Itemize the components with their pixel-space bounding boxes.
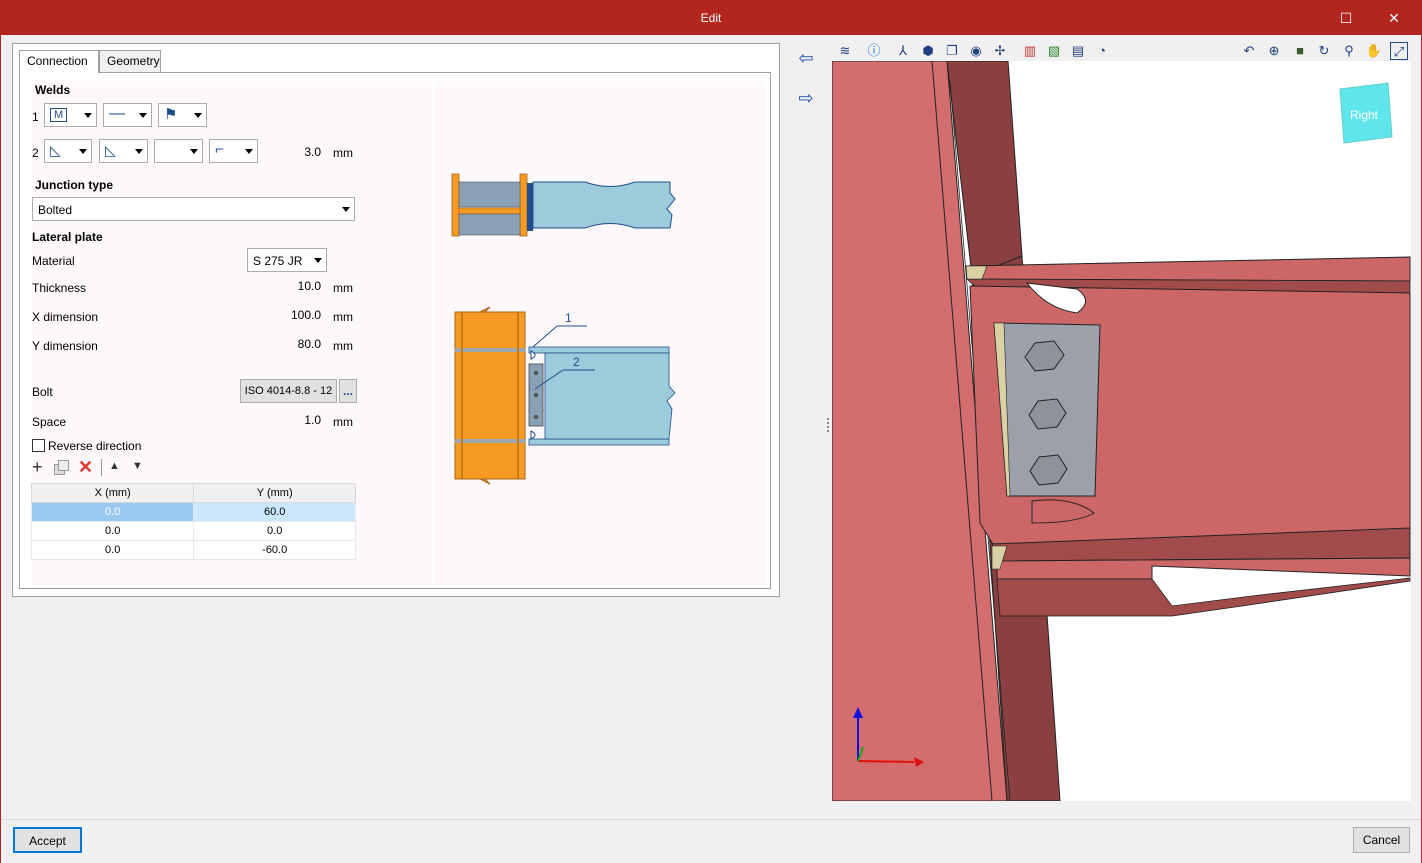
weld-2-type-dropdown[interactable]: ◺ xyxy=(44,139,92,163)
add-row-icon[interactable]: + xyxy=(32,457,43,478)
y-dimension-input[interactable]: 80.0 xyxy=(263,335,323,353)
x-dimension-input[interactable]: 100.0 xyxy=(263,306,323,324)
tab-geometry[interactable]: Geometry xyxy=(99,50,161,72)
connection-diagram: 1 2 xyxy=(451,173,676,485)
material-dropdown[interactable]: S 275 JR xyxy=(247,248,327,272)
axes-icon[interactable]: ⅄ xyxy=(894,42,912,60)
x-dimension-unit: mm xyxy=(333,310,353,324)
zoom-all-icon[interactable]: ⊕ xyxy=(1265,42,1283,60)
table-cell[interactable]: 0.0 xyxy=(193,521,356,541)
table-row[interactable]: 0.0 -60.0 xyxy=(30,540,356,560)
weld-1-type-dropdown[interactable]: M xyxy=(44,103,97,127)
weld-symbol-icon: M xyxy=(50,108,68,122)
table-cell[interactable]: 0.0 xyxy=(30,521,195,541)
export-arrow-icon[interactable]: ⇨ xyxy=(793,86,819,110)
callout-2: 2 xyxy=(573,355,580,369)
tab-connection[interactable]: Connection xyxy=(19,50,99,73)
table-cell[interactable]: 60.0 xyxy=(193,502,356,522)
bolt-label: Bolt xyxy=(32,385,53,399)
reverse-direction-checkbox[interactable] xyxy=(32,439,45,452)
line-icon: — xyxy=(109,105,125,122)
diagram-area: 1 2 xyxy=(435,81,765,586)
fit-view-icon[interactable]: ⤢ xyxy=(1390,42,1408,60)
bolt-selector[interactable]: ISO 4014-8.8 - 12 xyxy=(240,379,337,403)
x-dimension-label: X dimension xyxy=(32,310,99,324)
weld-row-1-label: 1 xyxy=(32,110,39,124)
delete-row-icon[interactable]: ✕ xyxy=(78,457,93,478)
weld-1-line-dropdown[interactable]: — xyxy=(103,103,152,127)
zoom-icon[interactable]: ⚲ xyxy=(1340,42,1358,60)
section-blue-icon[interactable]: ▤ xyxy=(1069,42,1087,60)
thickness-input[interactable]: 10.0 xyxy=(263,277,323,295)
weld-2-empty-dropdown[interactable] xyxy=(154,139,203,163)
import-arrow-icon[interactable]: ⇦ xyxy=(793,46,819,70)
reverse-direction-label: Reverse direction xyxy=(48,439,142,453)
section-red-icon[interactable]: ▥ xyxy=(1021,42,1039,60)
lateral-plate-heading: Lateral plate xyxy=(32,230,103,244)
bolt-position-table: X (mm) Y (mm) 0.0 60.0 0.0 0.0 0.0 -60.0 xyxy=(30,483,356,560)
junction-type-heading: Junction type xyxy=(35,178,114,192)
space-input[interactable]: 1.0 xyxy=(263,411,323,429)
orbit-icon[interactable]: ✢ xyxy=(991,42,1009,60)
copy-row-icon[interactable] xyxy=(54,460,70,475)
thickness-label: Thickness xyxy=(32,281,87,295)
material-label: Material xyxy=(32,254,75,268)
junction-type-value: Bolted xyxy=(38,203,73,217)
pan-hand-icon[interactable]: ✋ xyxy=(1365,42,1383,60)
table-cell[interactable]: 0.0 xyxy=(30,540,195,560)
contour-icon: ⌐ xyxy=(215,141,224,158)
callout-1: 1 xyxy=(565,311,572,325)
table-row[interactable]: 0.0 60.0 xyxy=(30,502,356,522)
cubes-icon[interactable]: ❐ xyxy=(943,42,961,60)
weld-2-contour-dropdown[interactable]: ⌐ xyxy=(209,139,258,163)
weld-row-2-label: 2 xyxy=(32,146,39,160)
zoom-window-icon[interactable]: ■ xyxy=(1291,42,1309,60)
3d-model: Right xyxy=(832,61,1411,801)
edit-window: Edit ☐ ✕ Connection Geometry 1 2 Welds 1… xyxy=(0,0,1422,863)
eye-view-icon[interactable]: ◉ xyxy=(967,42,985,60)
weld-1-flag-dropdown[interactable]: ⚑ xyxy=(158,103,207,127)
splitter-handle[interactable] xyxy=(827,418,829,432)
title-bar: Edit ☐ ✕ xyxy=(1,1,1421,35)
space-unit: mm xyxy=(333,415,353,429)
layers-icon[interactable]: ≋ xyxy=(836,42,854,60)
table-cell[interactable]: -60.0 xyxy=(193,540,356,560)
undo-view-icon[interactable]: ↶ xyxy=(1240,42,1258,60)
weld-2-side-dropdown[interactable]: ◺ xyxy=(99,139,148,163)
weld-size-unit: mm xyxy=(333,146,353,160)
maximize-button[interactable]: ☐ xyxy=(1323,1,1369,35)
info-icon[interactable]: ⓘ xyxy=(865,42,883,60)
y-dimension-label: Y dimension xyxy=(32,339,98,353)
view-cube-face-label: Right xyxy=(1350,108,1379,122)
move-down-icon[interactable]: ▼ xyxy=(132,460,143,472)
window-title: Edit xyxy=(700,11,722,25)
toolbar-divider xyxy=(101,459,102,476)
junction-type-dropdown[interactable]: Bolted xyxy=(32,197,355,221)
material-value: S 275 JR xyxy=(253,254,303,268)
welds-heading: Welds xyxy=(35,83,71,97)
column-header-y[interactable]: Y (mm) xyxy=(193,483,356,503)
thickness-unit: mm xyxy=(333,281,353,295)
table-cell[interactable]: 0.0 xyxy=(30,502,195,522)
shield-view-icon[interactable]: ⬢ xyxy=(919,42,937,60)
refresh-icon[interactable]: ↻ xyxy=(1315,42,1333,60)
fillet-side-icon: ◺ xyxy=(105,142,116,158)
3d-viewport[interactable]: Right xyxy=(832,61,1411,801)
table-row[interactable]: 0.0 0.0 xyxy=(30,521,356,541)
close-button[interactable]: ✕ xyxy=(1371,1,1417,35)
weld-size-input[interactable]: 3.0 xyxy=(263,143,323,161)
y-dimension-unit: mm xyxy=(333,339,353,353)
section-green-icon[interactable]: ▧ xyxy=(1045,42,1063,60)
fillet-weld-icon: ◺ xyxy=(50,142,61,158)
bolt-browse-button[interactable]: ... xyxy=(339,379,357,403)
accept-button[interactable]: Accept xyxy=(13,827,82,853)
flag-icon: ⚑ xyxy=(164,106,178,123)
space-label: Space xyxy=(32,415,67,429)
column-header-x[interactable]: X (mm) xyxy=(30,483,195,503)
visibility-icon[interactable]: ◔ xyxy=(1093,42,1111,60)
button-bar xyxy=(1,819,1421,863)
move-up-icon[interactable]: ▲ xyxy=(109,460,120,472)
cancel-button[interactable]: Cancel xyxy=(1353,827,1410,853)
